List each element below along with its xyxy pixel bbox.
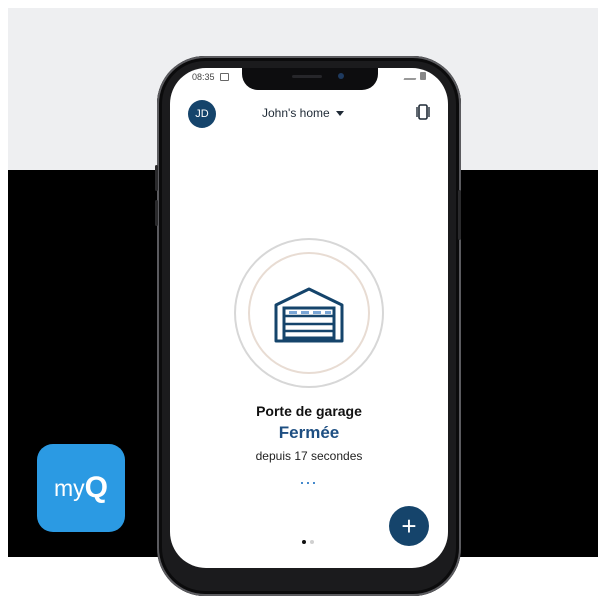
home-selector-label: John's home bbox=[262, 106, 330, 120]
chevron-down-icon bbox=[335, 110, 344, 116]
status-icons bbox=[403, 72, 426, 80]
phone-notch bbox=[242, 68, 378, 90]
status-time: 08:35 bbox=[192, 72, 215, 82]
phone-volume-button bbox=[155, 200, 158, 226]
page-dot-active bbox=[302, 540, 306, 544]
device-switch-icon[interactable] bbox=[416, 104, 430, 120]
home-selector[interactable]: John's home bbox=[262, 106, 344, 120]
phone-volume-button bbox=[155, 165, 158, 191]
avatar[interactable]: JD bbox=[188, 100, 216, 128]
phone-power-button bbox=[458, 190, 461, 240]
garage-door-icon bbox=[274, 287, 344, 343]
page-indicator bbox=[302, 540, 314, 544]
phone-screen: 08:35 JD John's home Porte de garage Fer… bbox=[170, 68, 448, 568]
myq-app-logo: my Q bbox=[37, 444, 125, 532]
camera bbox=[338, 73, 344, 79]
speaker bbox=[292, 75, 322, 78]
more-options-icon[interactable]: ··· bbox=[299, 473, 317, 491]
page-dot bbox=[310, 540, 314, 544]
device-status: Fermée bbox=[278, 423, 340, 442]
image-notification-icon bbox=[220, 73, 229, 81]
add-button[interactable]: + bbox=[389, 506, 429, 546]
battery-icon bbox=[420, 72, 426, 80]
plus-icon: + bbox=[401, 511, 417, 541]
device-name: Porte de garage bbox=[256, 403, 362, 419]
signal-icon bbox=[403, 72, 419, 80]
device-status-time: depuis 17 secondes bbox=[255, 449, 363, 463]
logo-text-my: my bbox=[53, 474, 85, 501]
logo-text-q: Q bbox=[84, 471, 108, 504]
